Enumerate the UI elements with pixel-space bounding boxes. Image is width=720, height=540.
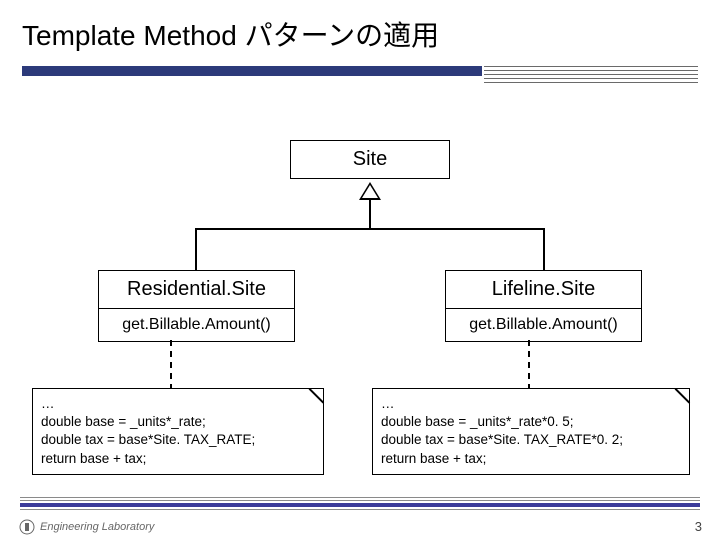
note-line: double tax = base*Site. TAX_RATE; [41, 431, 315, 449]
connector-line [369, 199, 371, 229]
note-line: double base = _units*_rate; [41, 413, 315, 431]
uml-class-lifeline-site: Lifeline.Site get.Billable.Amount() [445, 270, 642, 342]
footer-logo: Engineering Laboratory [18, 518, 154, 536]
connector-line [195, 228, 197, 270]
note-anchor-line [528, 340, 530, 390]
slide-number: 3 [695, 519, 702, 534]
connector-line [543, 228, 545, 270]
uml-class-residential-site: Residential.Site get.Billable.Amount() [98, 270, 295, 342]
uml-note-right: … double base = _units*_rate*0. 5; doubl… [372, 388, 690, 475]
class-name: Site [291, 141, 449, 178]
uml-note-left: … double base = _units*_rate; double tax… [32, 388, 324, 475]
uml-class-site: Site [290, 140, 450, 179]
note-line: … [381, 395, 681, 413]
lab-icon [18, 518, 36, 536]
connector-line [195, 228, 545, 230]
note-line: … [41, 395, 315, 413]
class-method: get.Billable.Amount() [446, 308, 641, 341]
note-line: double tax = base*Site. TAX_RATE*0. 2; [381, 431, 681, 449]
class-name: Residential.Site [99, 271, 294, 308]
generalization-arrowhead [359, 182, 381, 200]
class-method: get.Billable.Amount() [99, 308, 294, 341]
class-name: Lifeline.Site [446, 271, 641, 308]
note-line: return base + tax; [41, 450, 315, 468]
note-line: return base + tax; [381, 450, 681, 468]
note-anchor-line [170, 340, 172, 390]
footer-logo-text: Engineering Laboratory [40, 521, 154, 533]
title-underline [22, 66, 698, 88]
page-title: Template Method パターンの適用 [0, 0, 720, 62]
footer-rule [20, 497, 700, 512]
note-line: double base = _units*_rate*0. 5; [381, 413, 681, 431]
